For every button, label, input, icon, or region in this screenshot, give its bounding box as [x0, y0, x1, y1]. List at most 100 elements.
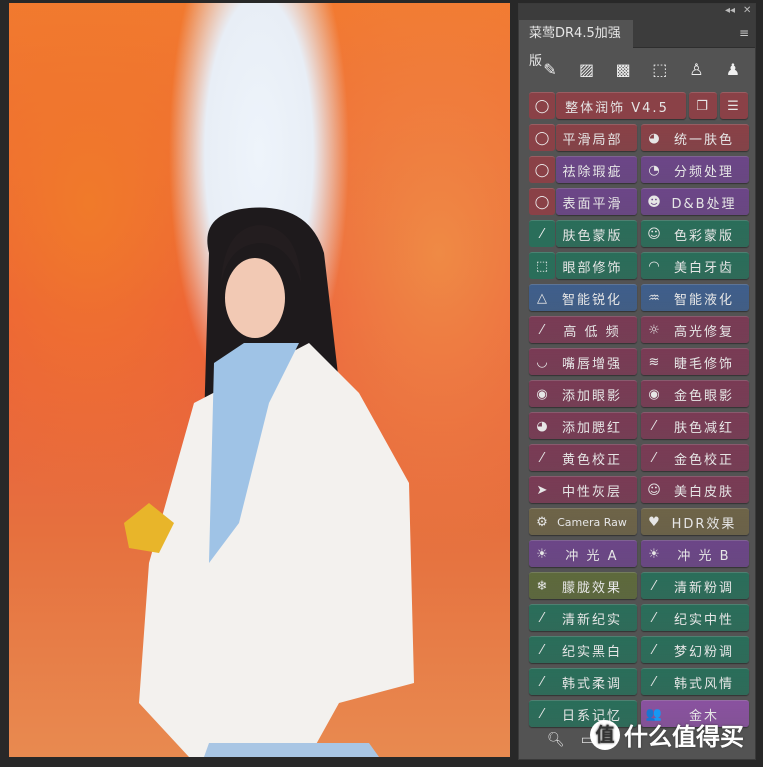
- button-美白皮肤[interactable]: ☺ 美白皮肤: [641, 476, 749, 503]
- button-朦胧效果[interactable]: ❄ 朦胧效果: [529, 572, 637, 599]
- button-label: 智能锐化: [561, 292, 622, 308]
- photo-canvas: [9, 3, 510, 757]
- button-label: 金色校正: [673, 452, 734, 468]
- lasso-icon[interactable]: ◯: [529, 156, 555, 183]
- button-冲光A[interactable]: ☀ 冲 光 A: [529, 540, 637, 567]
- gear-icon: ⚙: [536, 514, 550, 530]
- dropper-icon: ⁄: [652, 418, 658, 434]
- button-肤色蒙版[interactable]: 肤色蒙版: [556, 220, 637, 247]
- button-添加眼影[interactable]: ◉ 添加眼影: [529, 380, 637, 407]
- button-分频处理[interactable]: ◔ 分频处理: [641, 156, 749, 183]
- button-祛除瑕疵[interactable]: 祛除瑕疵: [556, 156, 637, 183]
- button-统一肤色[interactable]: ◕ 统一肤色: [641, 124, 749, 151]
- button-label: 韩式柔调: [561, 676, 622, 692]
- button-label: HDR效果: [671, 516, 737, 532]
- button-label: 分频处理: [673, 164, 734, 180]
- button-表面平滑[interactable]: 表面平滑: [556, 188, 637, 215]
- sun-icon: ☀: [536, 546, 550, 562]
- button-纪实黑白[interactable]: ⁄ 纪实黑白: [529, 636, 637, 663]
- button-label: 中性灰层: [561, 484, 622, 500]
- button-label: 平滑局部: [562, 132, 623, 148]
- button-清新粉调[interactable]: ⁄ 清新粉调: [641, 572, 749, 599]
- magic-wand-icon: ⁄: [652, 610, 658, 626]
- bandage-icon[interactable]: ▩: [612, 60, 634, 79]
- button-label: 添加腮红: [561, 420, 622, 436]
- search-icon[interactable]: 🔍︎: [547, 732, 565, 748]
- button-label: 清新纪实: [561, 612, 622, 628]
- button-肤色减红[interactable]: ⁄ 肤色减红: [641, 412, 749, 439]
- bandage-select-icon[interactable]: ▨: [576, 60, 598, 79]
- tab-panel-title[interactable]: 菜莺DR4.5加强版: [519, 20, 633, 69]
- button-label: 睫毛修饰: [673, 356, 734, 372]
- button-冲光B[interactable]: ☀ 冲 光 B: [641, 540, 749, 567]
- button-平滑局部[interactable]: 平滑局部: [556, 124, 637, 151]
- button-label: 智能液化: [673, 292, 734, 308]
- bottom-toolbar: 🔍︎ ▭: [547, 732, 594, 748]
- close-icon[interactable]: ✕: [743, 4, 751, 18]
- watermark-text: 什么值得买: [624, 723, 744, 751]
- button-label: 色彩蒙版: [673, 228, 734, 244]
- magic-wand-icon: ⁄: [540, 642, 546, 658]
- pattern-stamp-icon[interactable]: ♟: [722, 60, 744, 79]
- button-添加腮红[interactable]: ◕ 添加腮红: [529, 412, 637, 439]
- button-韩式柔调[interactable]: ⁄ 韩式柔调: [529, 668, 637, 695]
- lasso-icon[interactable]: ◯: [529, 92, 555, 119]
- eye-icon: ◉: [536, 386, 550, 402]
- magic-wand-icon: ⁄: [652, 578, 658, 594]
- button-label: 韩式风情: [673, 676, 734, 692]
- liquify-face-icon: ♒: [648, 290, 662, 306]
- button-D&B处理[interactable]: ☻ D&B处理: [641, 188, 749, 215]
- button-中性灰层[interactable]: ➤ 中性灰层: [529, 476, 637, 503]
- lasso-icon[interactable]: ◯: [529, 124, 555, 151]
- button-label: 整体润饰 V4.5: [565, 100, 669, 116]
- button-眼部修饰[interactable]: 眼部修饰: [556, 252, 637, 279]
- magic-wand-icon: ⁄: [652, 674, 658, 690]
- button-label: 梦幻粉调: [673, 644, 734, 660]
- marquee-select-icon[interactable]: ⬚: [529, 252, 555, 279]
- tab-bar: 菜莺DR4.5加强版 ≡: [519, 18, 755, 69]
- brush-icon[interactable]: ✎: [539, 60, 561, 79]
- button-金色校正[interactable]: ⁄ 金色校正: [641, 444, 749, 471]
- sharpen-icon: △: [537, 290, 549, 306]
- button-label: 表面平滑: [562, 196, 623, 212]
- magic-wand-icon: ⁄: [652, 642, 658, 658]
- lips-icon: ◡: [536, 354, 550, 370]
- button-睫毛修饰[interactable]: ≋ 睫毛修饰: [641, 348, 749, 375]
- selection-icon[interactable]: ⬚: [649, 60, 671, 79]
- button-清新纪实[interactable]: ⁄ 清新纪实: [529, 604, 637, 631]
- button-label: 黄色校正: [561, 452, 622, 468]
- button-韩式风情[interactable]: ⁄ 韩式风情: [641, 668, 749, 695]
- button-智能锐化[interactable]: △ 智能锐化: [529, 284, 637, 311]
- hamburger-icon[interactable]: ≡: [739, 26, 749, 40]
- main-retouch-button[interactable]: 整体润饰 V4.5: [556, 92, 686, 119]
- button-智能液化[interactable]: ♒ 智能液化: [641, 284, 749, 311]
- button-嘴唇增强[interactable]: ◡ 嘴唇增强: [529, 348, 637, 375]
- masks-icon: ☺: [647, 482, 663, 498]
- dropper-icon[interactable]: ⁄: [529, 220, 555, 247]
- button-黄色校正[interactable]: ⁄ 黄色校正: [529, 444, 637, 471]
- button-纪实中性[interactable]: ⁄ 纪实中性: [641, 604, 749, 631]
- button-色彩蒙版[interactable]: ☺ 色彩蒙版: [641, 220, 749, 247]
- button-高低频[interactable]: ⁄ 高 低 频: [529, 316, 637, 343]
- stamp-icon[interactable]: ♙: [685, 60, 707, 79]
- sliders-icon[interactable]: ☰: [720, 92, 748, 119]
- button-美白牙齿[interactable]: ◠ 美白牙齿: [641, 252, 749, 279]
- teeth-icon: ◠: [648, 258, 662, 274]
- button-label: 美白皮肤: [673, 484, 734, 500]
- button-HDR效果[interactable]: ♥ HDR效果: [641, 508, 749, 535]
- sun-icon: ☼: [648, 322, 662, 338]
- layers-icon[interactable]: ❐: [689, 92, 717, 119]
- double-chevron-left-icon[interactable]: ◂◂: [725, 4, 735, 18]
- button-label: 冲 光 B: [677, 548, 731, 564]
- button-高光修复[interactable]: ☼ 高光修复: [641, 316, 749, 343]
- button-金色眼影[interactable]: ◉ 金色眼影: [641, 380, 749, 407]
- button-CameraRaw[interactable]: ⚙ Camera Raw: [529, 508, 637, 535]
- lasso-icon[interactable]: ◯: [529, 188, 555, 215]
- heart-icon: ♥: [648, 514, 662, 530]
- watermark-logo-mark: 值: [590, 719, 620, 750]
- paper-plane-icon: ➤: [536, 482, 550, 498]
- button-label: 纪实中性: [673, 612, 734, 628]
- button-梦幻粉调[interactable]: ⁄ 梦幻粉调: [641, 636, 749, 663]
- face-dodge-burn-icon: ☻: [647, 194, 663, 210]
- portrait-illustration: [124, 207, 414, 757]
